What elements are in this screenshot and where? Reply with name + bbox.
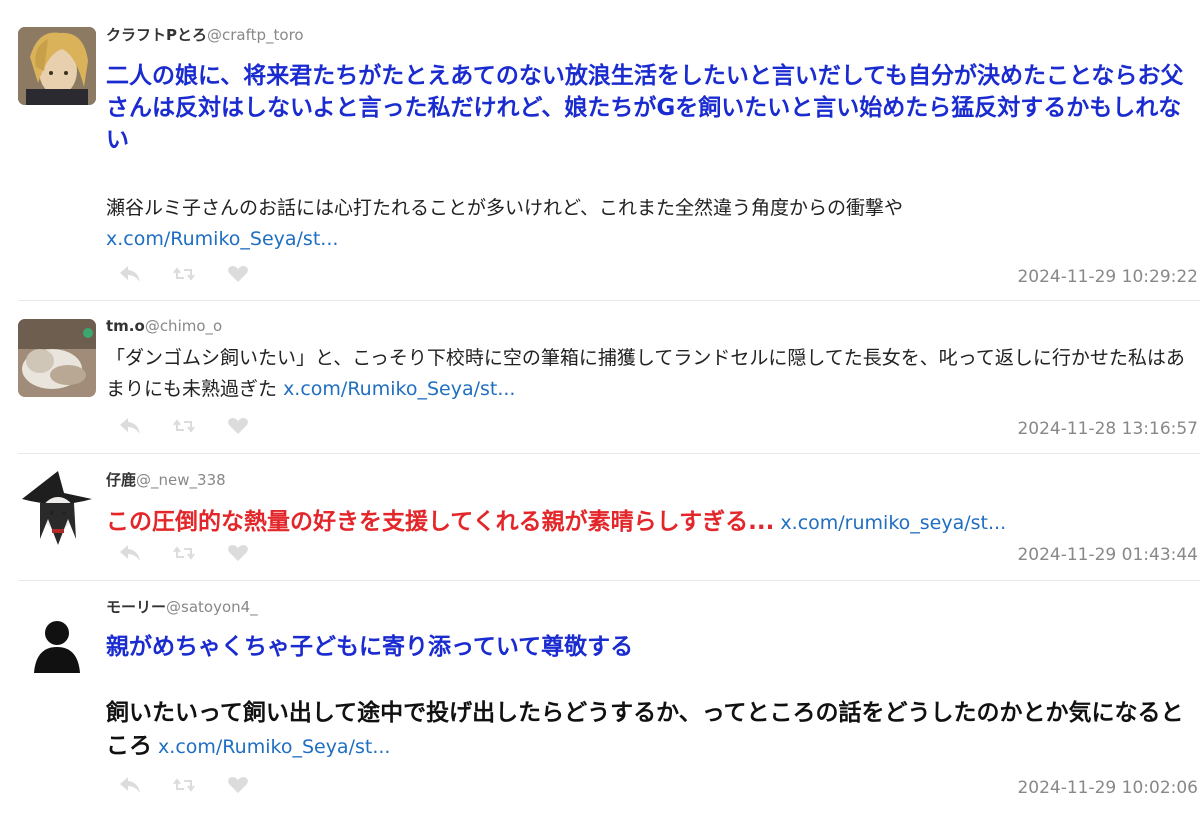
avatar[interactable] (18, 319, 96, 397)
tweet-text: 「ダンゴムシ飼いたい」と、こっそり下校時に空の筆箱に捕獲してランドセルに隠してた… (106, 343, 1188, 405)
tweet-timestamp[interactable]: 2024-11-29 10:29:22 (1017, 267, 1198, 287)
retweet-icon[interactable] (172, 416, 196, 436)
tweet-timestamp[interactable]: 2024-11-29 10:02:06 (1017, 778, 1198, 798)
tweet-item: tm.o@chimo_o 「ダンゴムシ飼いたい」と、こっそり下校時に空の筆箱に捕… (0, 301, 1200, 453)
tweet-link[interactable]: x.com/Rumiko_Seya/st... (283, 378, 515, 400)
retweet-icon[interactable] (172, 264, 196, 284)
tweet-meta: クラフトPとろ@craftp_toro (106, 26, 304, 44)
tweet-highlight-text: 親がめちゃくちゃ子どもに寄り添っていて尊敬する (106, 634, 634, 660)
tweet-item: モーリー@satoyon4_ 親がめちゃくちゃ子どもに寄り添っていて尊敬する 飼… (0, 581, 1200, 814)
user-name[interactable]: 仔鹿 (106, 471, 136, 489)
like-icon[interactable] (226, 543, 250, 563)
tweet-body: 「ダンゴムシ飼いたい」と、こっそり下校時に空の筆箱に捕獲してランドセルに隠してた… (106, 347, 1185, 400)
tweet-link[interactable]: x.com/Rumiko_Seya/st... (106, 228, 338, 250)
reply-icon[interactable] (118, 416, 142, 436)
reply-icon[interactable] (118, 775, 142, 795)
tweet-actions (118, 775, 250, 795)
tweet-meta: モーリー@satoyon4_ (106, 598, 258, 616)
user-handle[interactable]: @chimo_o (145, 317, 222, 335)
tweet-link[interactable]: x.com/Rumiko_Seya/st... (158, 736, 390, 758)
user-name[interactable]: モーリー (106, 598, 166, 616)
retweet-icon[interactable] (172, 775, 196, 795)
tweet-highlight-text: この圧倒的な熱量の好きを支援してくれる親が素晴らしすぎる... (106, 509, 775, 535)
tweet-text: 瀬谷ルミ子さんのお話には心打たれることが多いけれど、これまた全然違う角度からの衝… (106, 193, 1188, 255)
tweet-body: 瀬谷ルミ子さんのお話には心打たれることが多いけれど、これまた全然違う角度からの衝… (106, 197, 904, 219)
user-handle[interactable]: @_new_338 (136, 471, 226, 489)
tweet-text: この圧倒的な熱量の好きを支援してくれる親が素晴らしすぎる... x.com/ru… (106, 506, 1188, 539)
tweet-actions (118, 543, 250, 563)
user-name[interactable]: クラフトPとろ (106, 26, 207, 44)
tweet-timestamp[interactable]: 2024-11-28 13:16:57 (1017, 419, 1198, 439)
tweet-text: 飼いたいって飼い出して途中で投げ出したらどうするか、ってところの話をどうしたのか… (106, 697, 1188, 763)
tweet-meta: tm.o@chimo_o (106, 317, 222, 335)
tweet-actions (118, 264, 250, 284)
user-name[interactable]: tm.o (106, 317, 145, 335)
tweet-link[interactable]: x.com/rumiko_seya/st... (780, 512, 1006, 534)
tweet-item: 仔鹿@_new_338 この圧倒的な熱量の好きを支援してくれる親が素晴らしすぎる… (0, 454, 1200, 580)
tweet-timestamp[interactable]: 2024-11-29 01:43:44 (1017, 545, 1198, 565)
retweet-icon[interactable] (172, 543, 196, 563)
tweet-item: クラフトPとろ@craftp_toro 二人の娘に、将来君たちがたとえあてのない… (0, 0, 1200, 300)
avatar[interactable] (18, 469, 96, 547)
user-handle[interactable]: @satoyon4_ (166, 598, 258, 616)
tweet-meta: 仔鹿@_new_338 (106, 471, 226, 489)
reply-icon[interactable] (118, 543, 142, 563)
tweet-timeline: クラフトPとろ@craftp_toro 二人の娘に、将来君たちがたとえあてのない… (0, 0, 1200, 814)
default-avatar-icon[interactable] (18, 603, 96, 681)
like-icon[interactable] (226, 416, 250, 436)
reply-icon[interactable] (118, 264, 142, 284)
avatar[interactable] (18, 27, 96, 105)
user-handle[interactable]: @craftp_toro (207, 26, 304, 44)
like-icon[interactable] (226, 775, 250, 795)
tweet-highlight-text: 二人の娘に、将来君たちがたとえあてのない放浪生活をしたいと言いだしても自分が決め… (106, 63, 1184, 153)
tweet-actions (118, 416, 250, 436)
like-icon[interactable] (226, 264, 250, 284)
